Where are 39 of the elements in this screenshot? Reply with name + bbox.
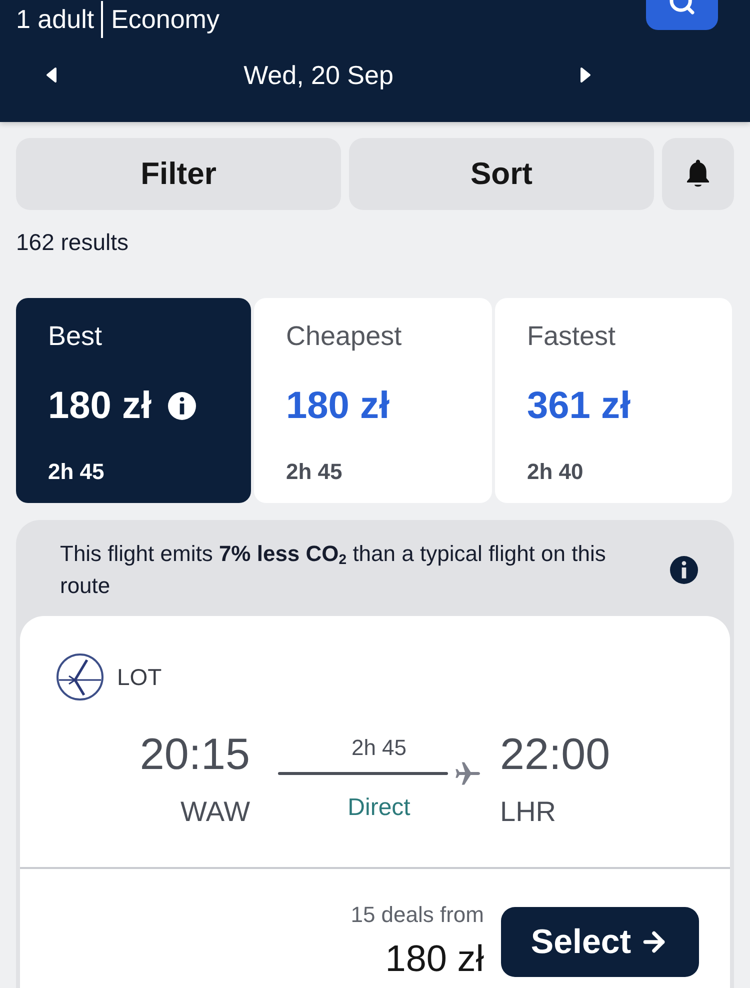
deal-price: 180 zł — [385, 938, 484, 980]
bird-logo-icon — [56, 653, 104, 701]
tab-duration: 2h 45 — [286, 459, 342, 485]
tab-title: Best — [48, 321, 102, 351]
filter-button[interactable]: Filter — [16, 138, 341, 210]
tab-duration: 2h 40 — [527, 459, 584, 485]
arrival-time: 22:00 — [500, 729, 610, 781]
select-button[interactable]: Select — [501, 907, 699, 977]
sort-tab[interactable]: Cheapest 180 zł 2h 45 — [254, 298, 492, 503]
results-count: 162 results — [16, 230, 130, 255]
passenger-count: 1 adult — [16, 4, 94, 34]
cabin-class: Economy — [111, 4, 220, 34]
tab-title: Fastest — [527, 321, 616, 351]
emissions-notice: This flight emits 7% less CO$_{2}$ than a typical flight on this route — [60, 540, 607, 600]
tab-title: Cheapest — [286, 321, 402, 351]
tab-price: 361 zł — [527, 384, 631, 428]
airline-name: LOT — [117, 663, 162, 691]
search-button[interactable] — [646, 0, 718, 30]
flight-duration: 2h 45 — [351, 736, 407, 760]
stops-label: Direct — [348, 794, 410, 822]
deals-count: 15 deals from — [350, 903, 484, 927]
arrival-airport: LHR — [500, 795, 556, 829]
caret-left-icon[interactable] — [46, 67, 57, 83]
tab-duration: 2h 45 — [48, 459, 104, 485]
price-alert-button[interactable] — [662, 138, 734, 210]
caret-right-icon[interactable] — [580, 67, 591, 83]
flight-card[interactable]: LOT 20:15 WAW 2h 45 Direct 22:00 LHR 15 deals from 180 zł Select — [20, 616, 730, 988]
tab-price: 180 zł — [286, 384, 390, 428]
bell-icon — [685, 159, 711, 189]
departure-airport: WAW — [180, 795, 250, 829]
info-icon[interactable] — [670, 556, 698, 584]
info-icon[interactable] — [168, 392, 196, 420]
departure-time: 20:15 — [140, 729, 250, 781]
sort-tab[interactable]: Best 180 zł 2h 45 — [16, 298, 251, 503]
date-label: Wed, 20 Sep — [244, 60, 394, 90]
plane-icon — [455, 760, 480, 786]
sort-tab[interactable]: Fastest 361 zł 2h 40 — [495, 298, 732, 503]
tab-price: 180 zł — [48, 384, 152, 428]
sort-button[interactable]: Sort — [349, 138, 654, 210]
